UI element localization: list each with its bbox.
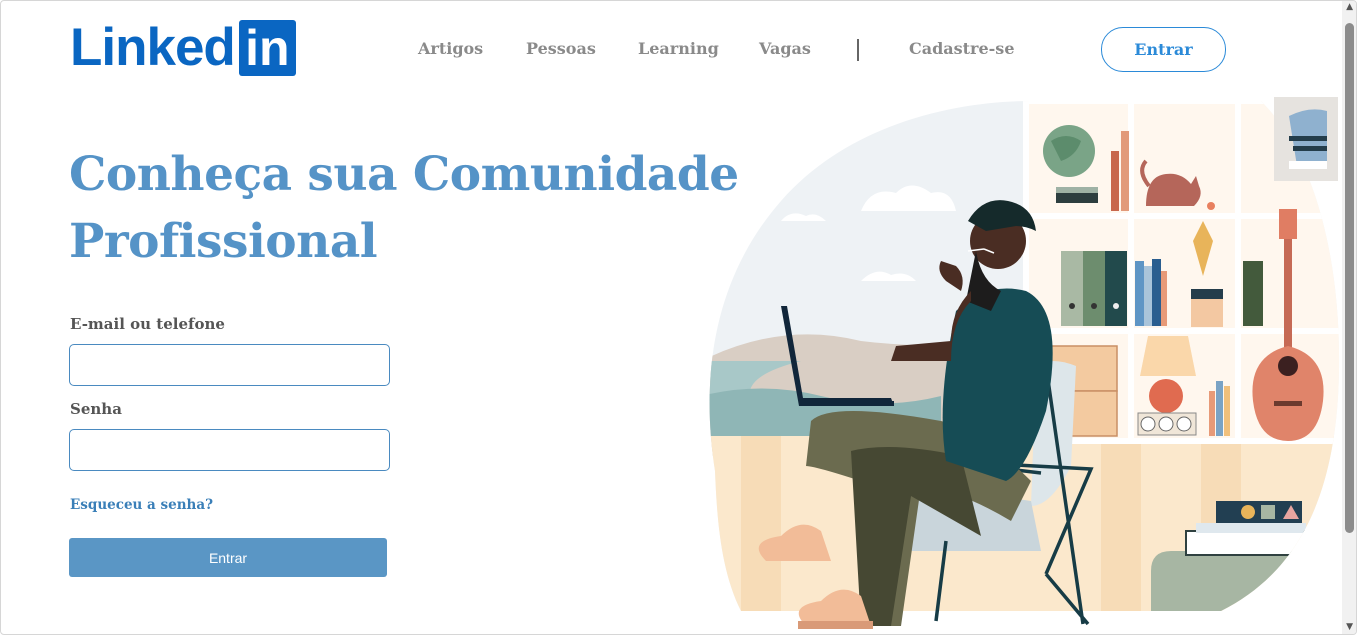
scroll-down-icon[interactable]: ▼ xyxy=(1346,623,1353,632)
hero-title-line1: Conheça sua Comunidade xyxy=(69,147,739,202)
page-frame: Linked in Artigos Pessoas Learning Vagas… xyxy=(0,0,1357,635)
email-input[interactable] xyxy=(69,344,390,386)
scroll-up-icon[interactable]: ▲ xyxy=(1346,3,1353,12)
nav-artigos[interactable]: Artigos xyxy=(418,39,483,61)
header-entrar-button[interactable]: Entrar xyxy=(1101,27,1226,72)
page-scrollbar[interactable]: ▲ ▼ xyxy=(1342,1,1356,634)
forgot-password-link[interactable]: Esqueceu a senha? xyxy=(70,497,213,513)
submit-entrar-button[interactable]: Entrar xyxy=(69,538,387,577)
hero-title-line2: Profissional xyxy=(69,214,378,269)
password-label: Senha xyxy=(70,400,122,418)
password-input[interactable] xyxy=(69,429,390,471)
logo-word: Linked xyxy=(70,18,236,77)
scroll-thumb[interactable] xyxy=(1345,23,1354,533)
nav-divider xyxy=(857,39,859,61)
nav-cadastre-se[interactable]: Cadastre-se xyxy=(909,39,1015,61)
nav-vagas[interactable]: Vagas xyxy=(759,39,811,61)
nav-learning[interactable]: Learning xyxy=(638,39,719,61)
logo-box: in xyxy=(238,20,296,76)
nav-pessoas[interactable]: Pessoas xyxy=(526,39,596,61)
linkedin-logo[interactable]: Linked in xyxy=(70,20,296,76)
hero-title: Conheça sua Comunidade Profissional xyxy=(69,141,749,275)
email-label: E-mail ou telefone xyxy=(70,315,225,333)
logo-box-text: in xyxy=(245,20,290,76)
hero-illustration xyxy=(709,97,1340,629)
